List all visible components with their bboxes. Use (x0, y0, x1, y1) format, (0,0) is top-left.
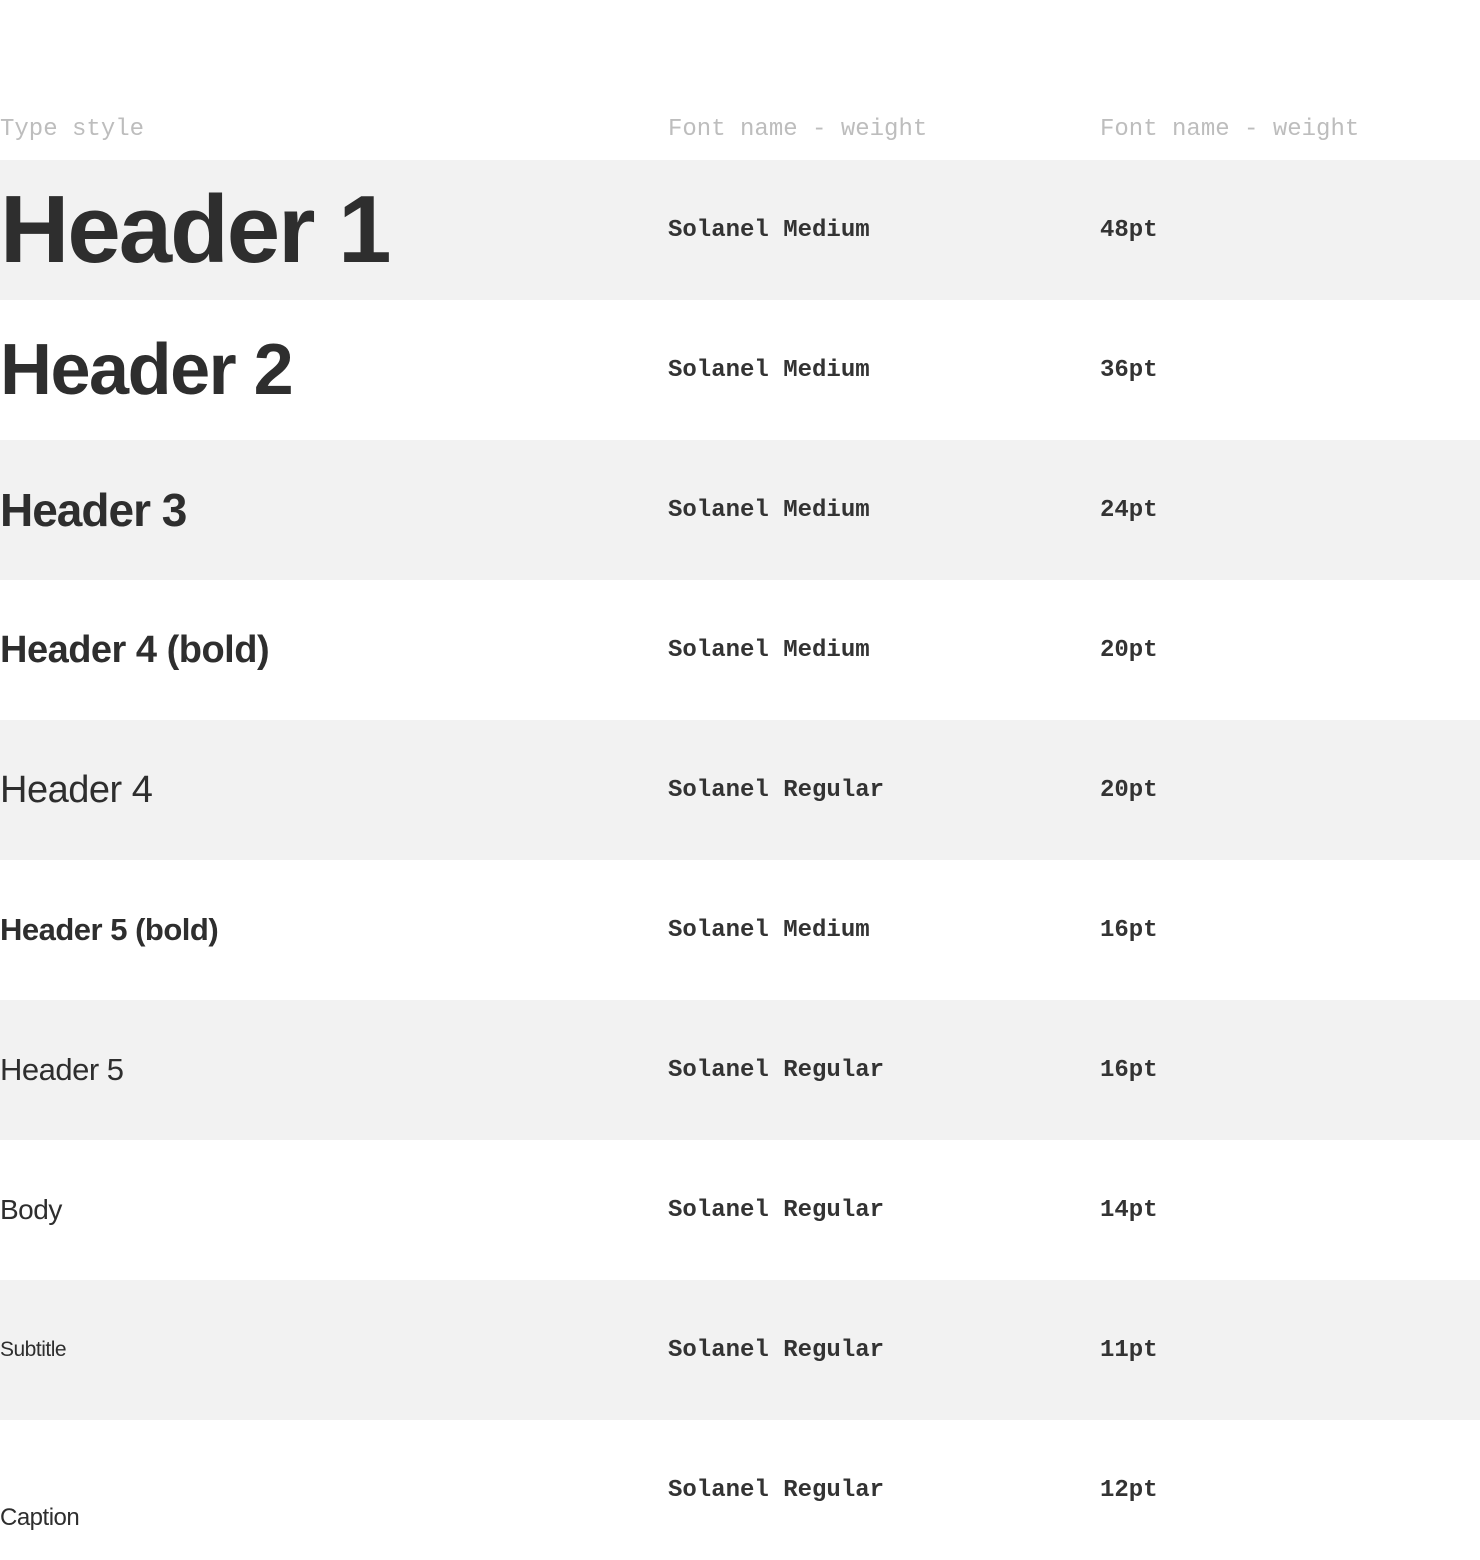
font-name-cell: Solanel Regular (668, 1056, 885, 1084)
font-size-cell: 36pt (1100, 356, 1158, 384)
font-name-cell: Solanel Regular (668, 776, 885, 804)
type-sample: Header 4 (0, 768, 153, 811)
type-sample: Subtitle (0, 1338, 67, 1361)
font-name-cell: Solanel Medium (668, 216, 870, 244)
font-size-cell: 20pt (1100, 776, 1158, 804)
column-header-font-name: Font name - weight (668, 116, 928, 143)
type-style-table: Header 1 Solanel Medium 48pt Header 2 So… (0, 160, 1480, 1560)
font-size-cell: 14pt (1100, 1196, 1158, 1224)
font-name-cell: Solanel Regular (668, 1336, 885, 1364)
table-row: Caption Solanel Regular 12pt (0, 1420, 1480, 1560)
font-size-cell: 12pt (1100, 1476, 1158, 1504)
table-row: Subtitle Solanel Regular 11pt (0, 1280, 1480, 1420)
type-sample: Header 5 (bold) (0, 912, 219, 947)
type-scale-page: Type style Font name - weight Font name … (0, 0, 1480, 1560)
table-header: Type style Font name - weight Font name … (0, 100, 1480, 160)
font-size-cell: 20pt (1100, 636, 1158, 664)
table-row: Header 3 Solanel Medium 24pt (0, 440, 1480, 580)
table-row: Header 5 (bold) Solanel Medium 16pt (0, 860, 1480, 1000)
font-size-cell: 24pt (1100, 496, 1158, 524)
font-size-cell: 16pt (1100, 1056, 1158, 1084)
type-sample: Body (0, 1194, 62, 1225)
table-row: Header 2 Solanel Medium 36pt (0, 300, 1480, 440)
column-header-font-size: Font name - weight (1100, 116, 1360, 143)
font-name-cell: Solanel Medium (668, 916, 870, 944)
font-name-cell: Solanel Regular (668, 1476, 885, 1504)
type-sample: Header 5 (0, 1052, 124, 1087)
font-name-cell: Solanel Medium (668, 356, 870, 384)
type-sample: Header 3 (0, 484, 187, 536)
type-sample: Caption (0, 1504, 80, 1531)
column-header-type-style: Type style (0, 116, 145, 143)
table-row: Body Solanel Regular 14pt (0, 1140, 1480, 1280)
font-size-cell: 16pt (1100, 916, 1158, 944)
table-row: Header 4 (bold) Solanel Medium 20pt (0, 580, 1480, 720)
font-name-cell: Solanel Regular (668, 1196, 885, 1224)
type-sample: Header 1 (0, 176, 392, 283)
table-row: Header 1 Solanel Medium 48pt (0, 160, 1480, 300)
font-name-cell: Solanel Medium (668, 496, 870, 524)
font-size-cell: 48pt (1100, 216, 1158, 244)
font-name-cell: Solanel Medium (668, 636, 870, 664)
type-sample: Header 4 (bold) (0, 628, 270, 671)
table-row: Header 5 Solanel Regular 16pt (0, 1000, 1480, 1140)
type-sample: Header 2 (0, 330, 294, 410)
table-row: Header 4 Solanel Regular 20pt (0, 720, 1480, 860)
font-size-cell: 11pt (1100, 1336, 1158, 1364)
